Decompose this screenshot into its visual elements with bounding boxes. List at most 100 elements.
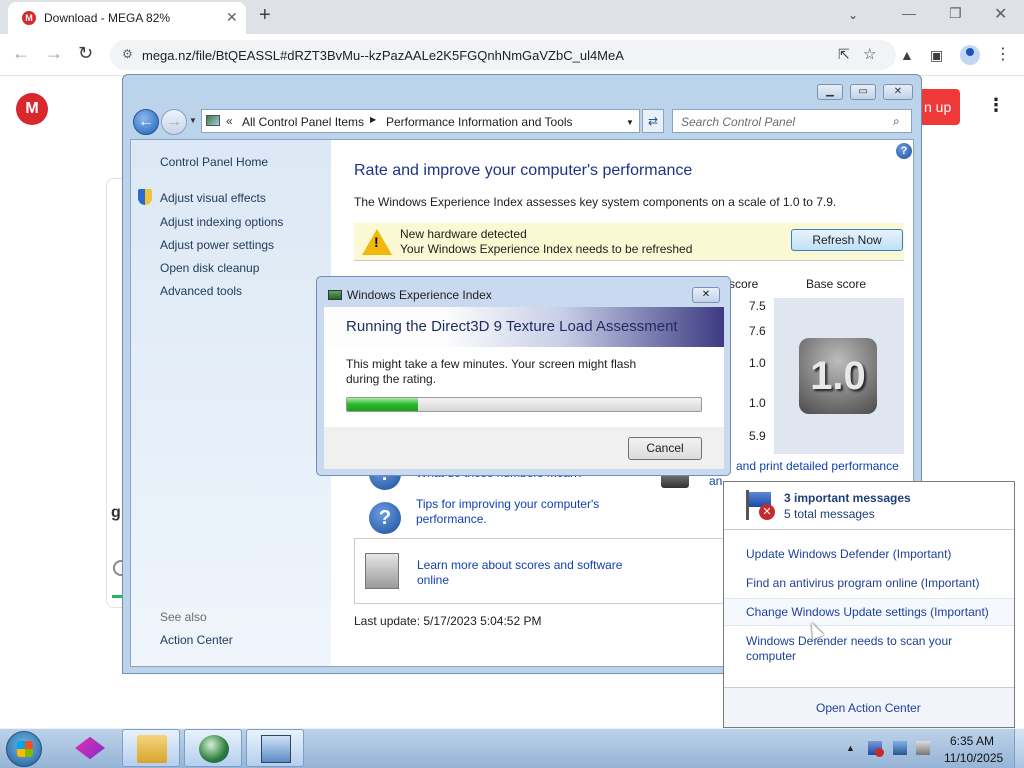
cp-minimize-button[interactable]: ▁: [817, 84, 843, 100]
breadcrumb-all-items[interactable]: All Control Panel Items: [242, 115, 364, 129]
important-messages-count: 3 important messages: [784, 491, 911, 505]
sidebar-disk-cleanup[interactable]: Open disk cleanup: [160, 261, 259, 275]
alert-line-2: Your Windows Experience Index needs to b…: [400, 242, 693, 256]
hardware-alert-banner: ! New hardware detected Your Windows Exp…: [354, 223, 904, 261]
address-bar[interactable]: ⚙ mega.nz/file/BtQEASSL#dRZT3BvMu--kzPaz…: [110, 40, 896, 70]
tab-search-chevron-icon[interactable]: ⌄: [848, 8, 858, 22]
sidebar-adjust-visual-effects[interactable]: Adjust visual effects: [160, 191, 266, 205]
breadcrumb-separator-icon[interactable]: ▶: [370, 115, 376, 124]
message-find-antivirus[interactable]: Find an antivirus program online (Import…: [746, 576, 979, 590]
cp-forward-button[interactable]: →: [161, 109, 187, 135]
uac-shield-icon: [138, 189, 152, 205]
question-icon: ?: [369, 502, 401, 534]
action-center-flag-icon: ✕: [744, 490, 775, 520]
share-icon[interactable]: ⇱: [838, 46, 850, 63]
experience-index-dialog: Windows Experience Index ✕ Running the D…: [316, 276, 731, 476]
action-center-footer: Open Action Center: [724, 687, 1014, 727]
browser-menu-icon[interactable]: ⋮: [995, 44, 1011, 64]
taskbar-app-explorer[interactable]: [122, 729, 180, 767]
dialog-close-button[interactable]: ✕: [692, 287, 720, 303]
sidebar-advanced-tools[interactable]: Advanced tools: [160, 284, 242, 298]
sidebar-adjust-indexing[interactable]: Adjust indexing options: [160, 215, 283, 229]
start-button[interactable]: [6, 731, 42, 767]
folder-icon: [137, 735, 167, 763]
cp-search-input[interactable]: Search Control Panel ⌕: [672, 109, 912, 133]
recent-pages-arrow-icon[interactable]: ▼: [189, 116, 197, 125]
cp-refresh-button[interactable]: ⇄: [642, 109, 664, 133]
refresh-now-button[interactable]: Refresh Now: [791, 229, 903, 251]
learn-more-link-cont[interactable]: online: [417, 573, 449, 587]
cp-caption-bar[interactable]: ▁ ▭ ✕: [123, 75, 921, 103]
site-info-icon[interactable]: ⚙: [122, 47, 133, 61]
bookmark-star-icon[interactable]: ☆: [863, 45, 876, 63]
sidebar-control-panel-home[interactable]: Control Panel Home: [160, 155, 268, 169]
dialog-title: Windows Experience Index: [347, 288, 492, 302]
dialog-footer: Cancel: [324, 427, 724, 469]
taskbar-app-control-panel[interactable]: [246, 729, 304, 767]
clock-date[interactable]: 11/10/2025: [944, 751, 1003, 765]
mega-menu-icon[interactable]: ⋮: [987, 95, 1005, 116]
mega-logo[interactable]: M: [16, 93, 48, 125]
message-update-defender[interactable]: Update Windows Defender (Important): [746, 547, 951, 561]
learn-more-link[interactable]: Learn more about scores and software: [417, 558, 622, 572]
dialog-message: This might take a few minutes. Your scre…: [346, 357, 637, 386]
help-icon[interactable]: ?: [896, 143, 912, 159]
reload-icon[interactable]: ↻: [78, 43, 93, 64]
message-defender-scan-cont[interactable]: computer: [746, 649, 796, 663]
dialog-header-banner: Running the Direct3D 9 Texture Load Asse…: [324, 307, 724, 347]
tray-overflow-icon[interactable]: ▲: [846, 743, 855, 753]
window-restore-icon[interactable]: ❐: [949, 5, 962, 22]
volume-muted-tray-icon[interactable]: [916, 741, 930, 755]
subscore-value: 1.0: [749, 396, 766, 410]
forward-arrow-icon[interactable]: →: [45, 43, 63, 64]
breadcrumb-overflow-icon[interactable]: «: [226, 114, 233, 128]
sidebar-action-center[interactable]: Action Center: [160, 633, 233, 647]
breadcrumb-performance[interactable]: Performance Information and Tools: [386, 115, 573, 129]
experience-index-icon: [328, 290, 342, 300]
search-icon[interactable]: ⌕: [893, 114, 900, 129]
card-letter: g: [111, 504, 121, 521]
prism-app-icon: [75, 736, 105, 760]
subscore-column-header: score: [729, 277, 759, 291]
control-panel-icon: [261, 735, 291, 763]
cp-address-bar[interactable]: « All Control Panel Items ▶ Performance …: [201, 109, 640, 133]
browser-toolbar: ← → ↻ ⚙ mega.nz/file/BtQEASSL#dRZT3BvMu-…: [0, 34, 1024, 76]
search-placeholder: Search Control Panel: [681, 115, 796, 129]
tips-link[interactable]: Tips for improving your computer's: [416, 497, 599, 511]
back-arrow-icon[interactable]: ←: [12, 43, 30, 64]
cp-close-button[interactable]: ✕: [883, 84, 913, 100]
url-text[interactable]: mega.nz/file/BtQEASSL#dRZT3BvMu--kzPazAA…: [142, 48, 624, 63]
base-score-column-header: Base score: [806, 277, 867, 291]
cancel-button[interactable]: Cancel: [628, 437, 702, 460]
address-dropdown-icon[interactable]: ▼: [626, 118, 634, 127]
network-tray-icon[interactable]: [893, 741, 907, 755]
print-details-link-cont[interactable]: an: [709, 474, 722, 488]
new-tab-icon[interactable]: +: [259, 4, 271, 27]
cp-maximize-button[interactable]: ▭: [850, 84, 876, 100]
cp-back-button[interactable]: ←: [133, 109, 159, 135]
print-details-link[interactable]: and print detailed performance: [736, 459, 899, 473]
message-windows-update-settings[interactable]: Change Windows Update settings (Importan…: [746, 605, 989, 619]
extension-flask-icon[interactable]: ▲: [900, 47, 914, 63]
browser-tab[interactable]: M Download - MEGA 82% ✕: [8, 2, 246, 34]
profile-avatar[interactable]: [960, 45, 980, 65]
dialog-heading: Running the Direct3D 9 Texture Load Asse…: [346, 318, 678, 335]
progress-fill: [347, 398, 418, 411]
window-minimize-icon[interactable]: —: [902, 5, 916, 21]
show-desktop-button[interactable]: [1014, 729, 1024, 768]
subscore-value: 1.0: [749, 356, 766, 370]
clock-time[interactable]: 6:35 AM: [950, 734, 994, 748]
window-close-icon[interactable]: ✕: [994, 4, 1007, 24]
tab-close-icon[interactable]: ✕: [226, 9, 238, 26]
tips-link-cont[interactable]: performance.: [416, 512, 487, 526]
open-action-center-link[interactable]: Open Action Center: [816, 701, 921, 715]
sidebar-adjust-power[interactable]: Adjust power settings: [160, 238, 274, 252]
side-panel-icon[interactable]: ▣: [930, 47, 943, 64]
action-center-tray-icon[interactable]: [868, 741, 884, 757]
page-title: Rate and improve your computer's perform…: [354, 162, 693, 179]
dialog-body: This might take a few minutes. Your scre…: [324, 347, 724, 427]
taskbar-app-browser[interactable]: [184, 729, 242, 767]
taskbar-app-prism[interactable]: [61, 729, 119, 767]
message-defender-scan[interactable]: Windows Defender needs to scan your: [746, 634, 952, 648]
mega-favicon-icon: M: [22, 11, 36, 25]
